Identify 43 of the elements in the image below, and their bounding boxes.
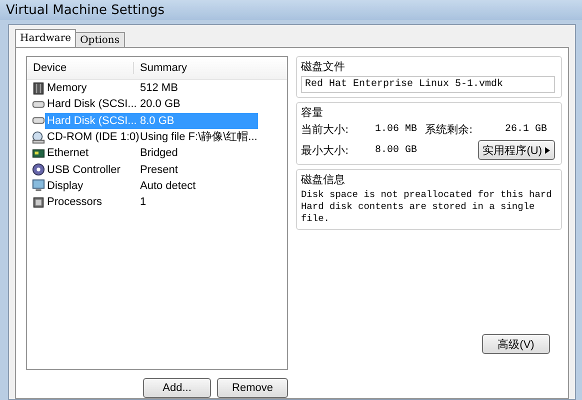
device-cell[interactable]: CD-ROM (IDE 1:0) [45, 129, 138, 146]
field-label: 当前大小: [300, 122, 350, 137]
summary-cell[interactable]: Auto detect [138, 178, 258, 194]
memory-chip-icon [32, 82, 45, 95]
list-button[interactable]: Remove [217, 378, 288, 398]
monitor-icon [32, 179, 45, 192]
list-button[interactable]: Add... [143, 378, 212, 398]
field-label: 最小大小: [300, 142, 350, 158]
column-header[interactable]: Device [27, 62, 134, 74]
usb-icon [32, 163, 45, 176]
window-title: Virtual Machine Settings [6, 2, 164, 18]
file-field[interactable]: Red Hat Enterprise Linux 5-1.vmdk [300, 76, 555, 93]
caret-icon [545, 146, 550, 154]
advanced-button[interactable]: 高级(V) [482, 334, 550, 354]
cd-drive-icon [32, 130, 45, 144]
info-text: file. [300, 213, 330, 225]
info-text: Disk space is not preallocated for this hard [300, 189, 553, 201]
field-label: 系统剩余: [424, 122, 474, 137]
info-text: Hard disk contents are stored in a single [300, 201, 536, 213]
column-header[interactable]: Summary [134, 62, 188, 74]
group-title: 容量 [300, 105, 324, 120]
device-cell[interactable]: Ethernet [45, 145, 138, 162]
device-cell[interactable]: USB Controller [45, 162, 138, 178]
processor-icon [32, 196, 45, 209]
field-value: 26.1 GB [504, 124, 548, 135]
device-cell[interactable]: Memory [45, 80, 138, 96]
device-cell[interactable]: Display [45, 178, 138, 194]
summary-cell[interactable]: 20.0 GB [138, 96, 258, 112]
summary-cell[interactable]: 512 MB [138, 80, 258, 96]
summary-cell[interactable]: 1 [138, 194, 258, 210]
summary-cell[interactable]: Using file F:\静像\红帽... [138, 129, 258, 146]
field-value: 8.00 GB [374, 144, 418, 156]
network-card-icon [32, 146, 45, 160]
device-cell[interactable]: Processors [45, 194, 138, 210]
summary-cell[interactable]: Bridged [138, 145, 258, 162]
group-title: 磁盘文件 [300, 59, 346, 74]
tab[interactable]: Hardware [15, 29, 76, 47]
field-value: 1.06 MB [374, 124, 418, 135]
group-title: 磁盘信息 [300, 172, 346, 187]
utilities-button[interactable]: 实用程序(U) [478, 140, 555, 160]
device-cell[interactable]: Hard Disk (SCSI... [45, 96, 138, 112]
tab[interactable]: Options [75, 32, 125, 47]
summary-cell[interactable]: Present [138, 162, 258, 178]
